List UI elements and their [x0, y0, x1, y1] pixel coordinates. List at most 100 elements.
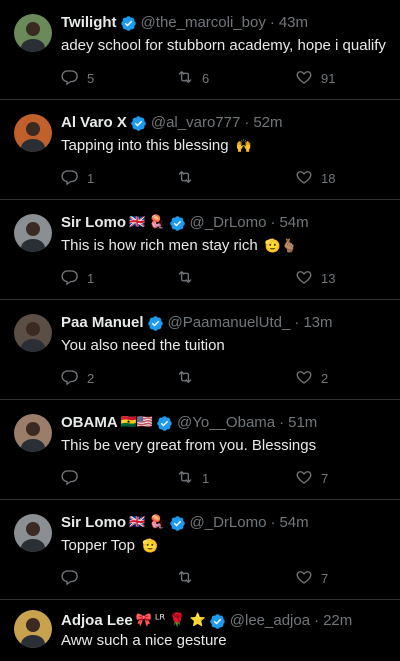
author-handle[interactable]: @PaamanuelUtd_: [168, 314, 291, 332]
reply-button[interactable]: 2: [61, 368, 94, 388]
avatar[interactable]: [14, 514, 52, 552]
tweet-header: Al Varo X @al_varo777 · 52m: [61, 114, 283, 132]
tweet-text-emoji: 🙌: [235, 139, 252, 154]
timestamp[interactable]: 51m: [288, 414, 317, 432]
reply-button[interactable]: [61, 468, 87, 488]
like-count: 91: [321, 70, 336, 86]
tweet-text-content: This be very great from you. Blessings: [61, 437, 317, 454]
author-name[interactable]: Al Varo X: [61, 114, 127, 132]
tweet-text: This be very great from you. Blessings: [61, 437, 316, 455]
tweet-text-content: Tapping into this blessing: [61, 137, 229, 154]
retweet-button[interactable]: 1: [176, 468, 209, 488]
author-handle[interactable]: @Yo__Obama: [177, 414, 275, 432]
tweet-text-content: Topper Top: [61, 537, 135, 554]
avatar[interactable]: [14, 414, 52, 452]
avatar[interactable]: [14, 114, 52, 152]
heart-icon: [295, 168, 313, 189]
avatar[interactable]: [14, 314, 52, 352]
like-button[interactable]: 13: [295, 268, 335, 288]
tweet-header: Adjoa Lee 🎀 ᴸᴿ 🌹 ⭐ @lee_adjoa · 22m: [61, 612, 352, 630]
verified-badge-icon: [147, 315, 164, 332]
tweet[interactable]: Sir Lomo 🇬🇧 🪼 @_DrLomo · 54m This is how rich…: [0, 200, 400, 300]
verified-badge-icon: [209, 613, 226, 630]
reply-icon: [61, 368, 79, 389]
tweet-text: Topper Top 🫡: [61, 537, 158, 556]
name-emoji: 🇬🇧 🪼: [129, 215, 166, 230]
timestamp[interactable]: 43m: [279, 14, 308, 32]
author-handle[interactable]: @_DrLomo: [190, 514, 267, 532]
avatar[interactable]: [14, 14, 52, 52]
timestamp[interactable]: 13m: [303, 314, 332, 332]
author-handle[interactable]: @the_marcoli_boy: [141, 14, 266, 32]
retweet-button[interactable]: [176, 368, 202, 388]
heart-icon: [295, 368, 313, 389]
tweet[interactable]: Adjoa Lee 🎀 ᴸᴿ 🌹 ⭐ @lee_adjoa · 22m Aww such a…: [0, 600, 400, 661]
tweet-text: Aww such a nice gesture: [61, 632, 227, 650]
like-count: 2: [321, 370, 329, 386]
name-suffix-emoji: ᴸᴿ 🌹 ⭐: [154, 613, 206, 628]
author-name[interactable]: Twilight: [61, 14, 117, 32]
retweet-button[interactable]: 6: [176, 68, 209, 88]
tweet-actions: 22: [61, 368, 371, 388]
tweet[interactable]: Paa Manuel @PaamanuelUtd_ · 13m You also nee…: [0, 300, 400, 400]
author-handle[interactable]: @al_varo777: [151, 114, 240, 132]
verified-badge-icon: [130, 115, 147, 132]
verified-badge-icon: [169, 215, 186, 232]
tweet[interactable]: Twilight @the_marcoli_boy · 43m adey school …: [0, 0, 400, 100]
tweet[interactable]: Al Varo X @al_varo777 · 52m Tapping into thi…: [0, 100, 400, 200]
reply-button[interactable]: 5: [61, 68, 94, 88]
like-button[interactable]: 7: [295, 568, 328, 588]
reply-button[interactable]: [61, 568, 87, 588]
timestamp[interactable]: 22m: [323, 612, 352, 630]
like-count: 7: [321, 570, 329, 586]
author-name[interactable]: Sir Lomo: [61, 214, 126, 232]
retweet-button[interactable]: [176, 568, 202, 588]
like-button[interactable]: 18: [295, 168, 335, 188]
reply-count: 5: [87, 70, 95, 86]
like-count: 7: [321, 470, 329, 486]
separator-dot: ·: [294, 314, 300, 331]
separator-dot: ·: [269, 14, 275, 31]
retweet-button[interactable]: [176, 268, 202, 288]
heart-icon: [295, 68, 313, 89]
timestamp[interactable]: 54m: [279, 514, 308, 532]
reply-button[interactable]: 1: [61, 268, 94, 288]
author-handle[interactable]: @lee_adjoa: [230, 612, 310, 630]
tweet-header: Twilight @the_marcoli_boy · 43m: [61, 14, 308, 32]
author-name[interactable]: Paa Manuel: [61, 314, 144, 332]
separator-dot: ·: [244, 114, 250, 131]
name-emoji: 🇬🇧 🪼: [129, 515, 166, 530]
like-button[interactable]: 7: [295, 468, 328, 488]
avatar[interactable]: [14, 214, 52, 252]
separator-dot: ·: [270, 514, 276, 531]
tweet-text: adey school for stubborn academy, hope i…: [61, 37, 386, 55]
timestamp[interactable]: 52m: [253, 114, 282, 132]
tweet-text-content: Aww such a nice gesture: [61, 632, 227, 649]
retweet-button[interactable]: [176, 168, 202, 188]
tweet-text: This is how rich men stay rich 🫡🫰🏽: [61, 237, 297, 256]
avatar[interactable]: [14, 610, 52, 648]
tweet-actions: 1 18: [61, 168, 371, 188]
reply-count: 1: [87, 170, 95, 186]
author-handle[interactable]: @_DrLomo: [190, 214, 267, 232]
like-button[interactable]: 2: [295, 368, 328, 388]
author-name[interactable]: OBAMA: [61, 414, 118, 432]
tweet-text-emoji: 🫡🫰🏽: [264, 239, 298, 254]
reply-icon: [61, 268, 79, 289]
tweet-actions: 5 6 91: [61, 68, 371, 88]
verified-badge-icon: [156, 415, 173, 432]
tweet-header: Paa Manuel @PaamanuelUtd_ · 13m: [61, 314, 333, 332]
author-name[interactable]: Sir Lomo: [61, 514, 126, 532]
tweet-header: OBAMA 🇬🇭🇺🇸 @Yo__Obama · 51m: [61, 414, 317, 432]
heart-icon: [295, 468, 313, 489]
timestamp[interactable]: 54m: [279, 214, 308, 232]
tweet[interactable]: OBAMA 🇬🇭🇺🇸 @Yo__Obama · 51m This be very grea…: [0, 400, 400, 500]
author-name[interactable]: Adjoa Lee: [61, 612, 133, 630]
reply-button[interactable]: 1: [61, 168, 94, 188]
tweet-text-emoji: 🫡: [142, 539, 159, 554]
tweet[interactable]: Sir Lomo 🇬🇧 🪼 @_DrLomo · 54m Topper Top 🫡 7: [0, 500, 400, 600]
separator-dot: ·: [314, 612, 320, 629]
retweet-icon: [176, 268, 194, 289]
like-button[interactable]: 91: [295, 68, 335, 88]
tweet-actions: 1 13: [61, 268, 371, 288]
